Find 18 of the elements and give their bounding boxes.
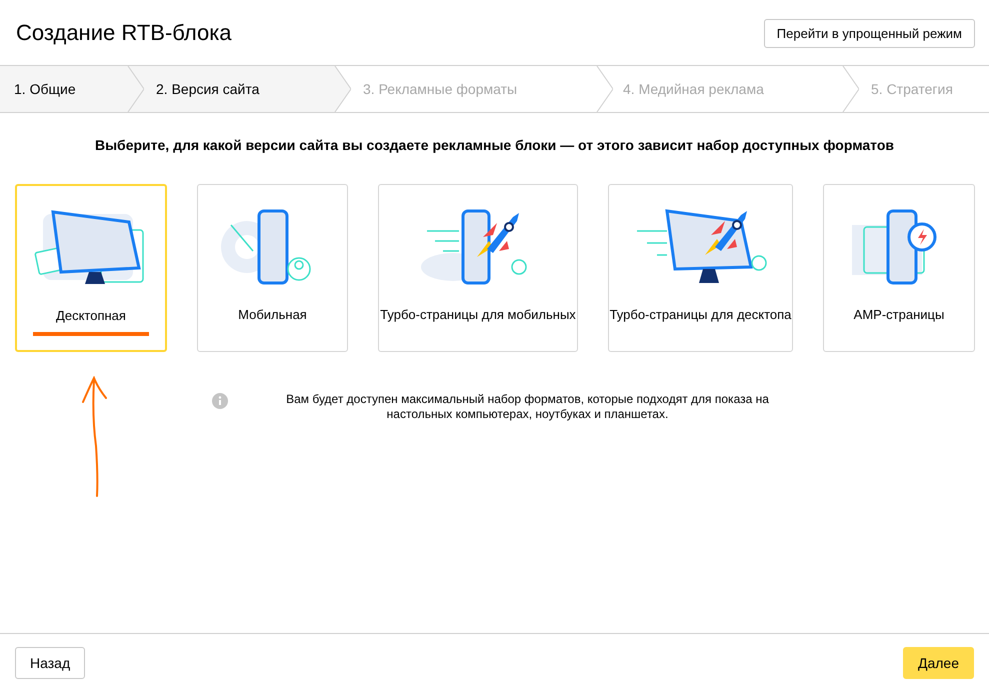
site-version-card[interactable]: Турбо-страницы для мобильных xyxy=(378,184,578,352)
card-label: AMP-страницы xyxy=(854,307,944,322)
next-button[interactable]: Далее xyxy=(902,646,974,678)
info-text: Вам будет доступен максимальный набор форматов, которые подходят для показа на настольных компьютерах, ноутбуках и планшетах. xyxy=(285,392,770,422)
site-version-card[interactable]: AMP-страницы xyxy=(823,184,975,352)
card-label: Турбо-страницы для десктопа xyxy=(610,307,792,322)
instruction-text: Выберите, для какой версии сайта вы создаете рекламные блоки — от этого зависит набор доступных форматов xyxy=(94,137,896,153)
wizard-step[interactable]: 1. Общие xyxy=(0,66,122,112)
info-icon xyxy=(212,393,228,409)
page-title: Создание RTB-блока xyxy=(16,20,232,46)
simple-mode-button[interactable]: Перейти в упрощенный режим xyxy=(764,18,975,48)
back-button[interactable]: Назад xyxy=(15,646,86,678)
card-label: Десктопная xyxy=(56,308,126,323)
site-version-card[interactable]: Турбо-страницы для десктопа xyxy=(608,184,793,352)
card-label: Мобильная xyxy=(238,307,307,322)
card-label: Турбо-страницы для мобильных xyxy=(380,307,576,322)
site-version-card[interactable]: Мобильная xyxy=(197,184,348,352)
site-version-card[interactable]: Десктопная xyxy=(15,184,167,352)
